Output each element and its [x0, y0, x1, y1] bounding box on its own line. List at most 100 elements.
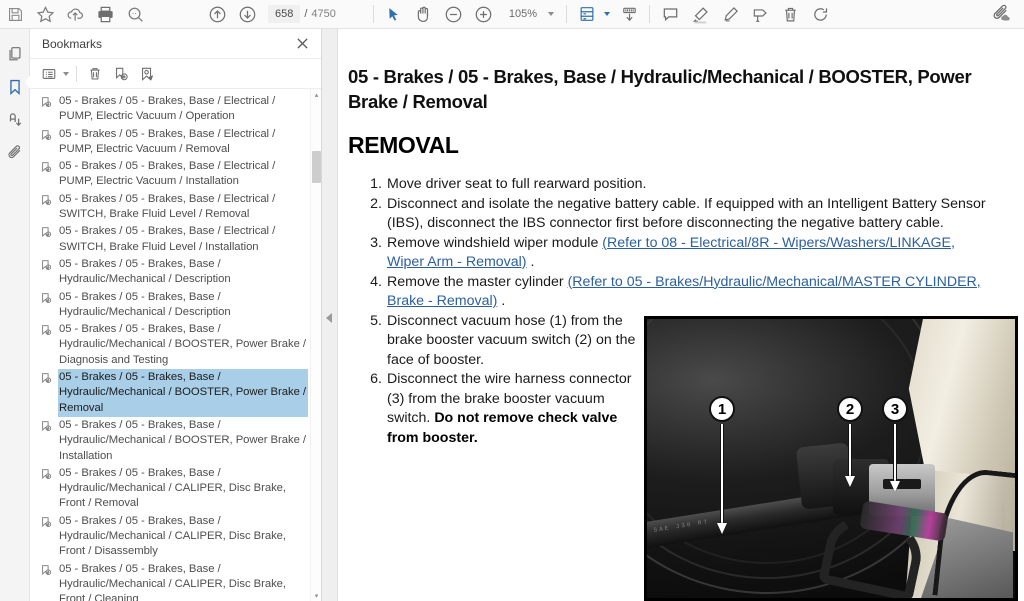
- bookmark-label: 05 - Brakes / 05 - Brakes, Base / Hydrau…: [59, 466, 287, 510]
- bookmarks-scrollbar[interactable]: ▴ ▾: [310, 89, 321, 601]
- bookmark-item[interactable]: 05 - Brakes / 05 - Brakes, Base / Hydrau…: [30, 369, 321, 417]
- scroll-mode-icon[interactable]: [614, 1, 644, 27]
- procedure-photo: SAE J30 R7 1 2 3: [644, 316, 1018, 601]
- toolbar-navigation-group: 658 / 4750: [202, 0, 336, 29]
- sidebar-icon-rail: [0, 29, 31, 601]
- bookmark-item[interactable]: 05 - Brakes / 05 - Brakes, Base / Hydrau…: [30, 289, 321, 322]
- comment-icon[interactable]: [655, 1, 685, 27]
- cursor-icon[interactable]: [379, 1, 409, 27]
- bookmark-item[interactable]: 05 - Brakes / 05 - Brakes, Base / Hydrau…: [30, 561, 321, 601]
- hand-icon[interactable]: [409, 1, 439, 27]
- bookmark-item[interactable]: 05 - Brakes / 05 - Brakes, Base / Hydrau…: [30, 417, 321, 465]
- bookmark-item[interactable]: 05 - Brakes / 05 - Brakes, Base / Hydrau…: [30, 465, 321, 513]
- bookmark-item[interactable]: 05 - Brakes / 05 - Brakes, Base / Electr…: [30, 191, 321, 224]
- bookmarks-list[interactable]: 05 - Brakes / 05 - Brakes, Base / Electr…: [30, 89, 321, 601]
- pdf-reader-window: 658 / 4750 105% Bookmarks 05 - Brakes / …: [0, 0, 1024, 601]
- bookmark-icon: [40, 292, 55, 310]
- bookmark-label: 05 - Brakes / 05 - Brakes, Base / Electr…: [59, 225, 276, 253]
- bookmark-item[interactable]: 05 - Brakes / 05 - Brakes, Base / Electr…: [30, 93, 321, 126]
- rotate-icon[interactable]: [805, 1, 835, 27]
- attachment-cloud-icon[interactable]: [986, 1, 1016, 27]
- step-text: Remove the master cylinder: [387, 273, 568, 290]
- arrow-down-circle-icon[interactable]: [232, 1, 262, 27]
- delete-bookmark-icon[interactable]: [82, 62, 108, 86]
- close-icon[interactable]: [291, 33, 313, 55]
- bookmark-item[interactable]: 05 - Brakes / 05 - Brakes, Base / Electr…: [30, 126, 321, 159]
- bookmark-icon: [40, 516, 55, 534]
- removal-step: Disconnect and isolate the negative batt…: [348, 195, 991, 234]
- page-separator: /: [304, 8, 308, 20]
- save-icon[interactable]: [0, 1, 30, 27]
- callout-2: 2: [837, 396, 863, 422]
- toolbar-annotation-group: [655, 0, 835, 29]
- toolbar-layout-group: [572, 0, 644, 29]
- collapse-panel-icon[interactable]: [326, 313, 332, 323]
- page-fit-chevron-icon[interactable]: [604, 12, 611, 16]
- bookmark-label: 05 - Brakes / 05 - Brakes, Base / Electr…: [59, 192, 276, 221]
- step-text: Move driver seat to full rearward positi…: [387, 176, 647, 192]
- bookmark-icon: [40, 324, 55, 342]
- chevron-down-icon: [548, 12, 555, 16]
- step-text: Remove windshield wiper module: [387, 234, 603, 251]
- toolbar-divider-3: [649, 5, 651, 23]
- bookmark-label: 05 - Brakes / 05 - Brakes, Base / Hydrau…: [59, 514, 287, 558]
- trash-icon[interactable]: [775, 1, 805, 27]
- pen-icon[interactable]: [715, 1, 745, 27]
- removal-step: Disconnect the wire harness connector (3…: [348, 370, 648, 448]
- bookmarks-panel: Bookmarks 05 - Brakes / 05 - Brakes, Bas…: [30, 29, 322, 601]
- page-total-label: 4750: [311, 8, 336, 20]
- bookmark-icon: [40, 564, 55, 582]
- callout-arrow-3: [890, 424, 900, 492]
- stamp-icon[interactable]: [745, 1, 775, 27]
- bookmark-options-chevron-icon[interactable]: [63, 71, 69, 76]
- bookmarks-panel-toolbar: [30, 59, 321, 89]
- zoom-out-icon[interactable]: [439, 1, 469, 27]
- step-text: .: [497, 293, 506, 309]
- toolbar-divider-1: [372, 5, 374, 23]
- zoom-level-selector[interactable]: 105%: [501, 6, 559, 22]
- star-icon[interactable]: [30, 1, 60, 27]
- print-icon[interactable]: [90, 1, 120, 27]
- section-heading: REMOVAL: [348, 132, 459, 158]
- callout-1: 1: [709, 396, 735, 422]
- callout-3: 3: [882, 396, 908, 422]
- zoom-in-icon[interactable]: [469, 1, 499, 27]
- main-toolbar: 658 / 4750 105%: [0, 0, 1024, 29]
- step-text: .: [526, 254, 535, 270]
- edit-bookmark-icon[interactable]: [134, 62, 160, 86]
- bookmark-label: 05 - Brakes / 05 - Brakes, Base / Hydrau…: [59, 323, 306, 366]
- removal-step: Remove windshield wiper module (Refer to…: [348, 234, 991, 273]
- search-icon[interactable]: [120, 1, 150, 27]
- hose-marking: SAE J30 R7: [653, 518, 710, 534]
- new-bookmark-icon[interactable]: [108, 62, 134, 86]
- scrollbar-thumb[interactable]: [312, 151, 321, 183]
- arrow-up-circle-icon[interactable]: [202, 1, 232, 27]
- bookmark-label: 05 - Brakes / 05 - Brakes, Base / Hydrau…: [59, 418, 306, 462]
- bookmark-options-icon[interactable]: [36, 62, 62, 86]
- highlighter-icon[interactable]: [685, 1, 715, 27]
- sidebar-item-bookmarks[interactable]: [0, 70, 31, 103]
- bookmark-icon: [40, 96, 55, 114]
- panel-toolbar-divider: [76, 65, 77, 82]
- bookmark-item[interactable]: 05 - Brakes / 05 - Brakes, Base / Hydrau…: [30, 513, 321, 561]
- bookmark-label: 05 - Brakes / 05 - Brakes, Base / Electr…: [59, 95, 276, 123]
- bookmark-item[interactable]: 05 - Brakes / 05 - Brakes, Base / Electr…: [30, 158, 321, 191]
- scroll-down-icon[interactable]: ▾: [311, 590, 321, 601]
- bookmark-label: 05 - Brakes / 05 - Brakes, Base / Hydrau…: [59, 290, 231, 318]
- removal-step: Move driver seat to full rearward positi…: [348, 175, 991, 195]
- sidebar-item-pages[interactable]: [0, 37, 30, 70]
- panel-splitter[interactable]: [322, 29, 338, 601]
- bookmark-item[interactable]: 05 - Brakes / 05 - Brakes, Base / Electr…: [30, 223, 321, 256]
- document-viewport[interactable]: 05 - Brakes / 05 - Brakes, Base / Hydrau…: [338, 29, 1024, 601]
- sidebar-item-signature[interactable]: [0, 103, 30, 136]
- page-fit-icon[interactable]: [572, 1, 602, 27]
- cloud-upload-icon[interactable]: [60, 1, 90, 27]
- bookmark-icon: [40, 420, 55, 438]
- scroll-up-icon[interactable]: ▴: [311, 89, 321, 100]
- sidebar-item-attachments[interactable]: [0, 136, 30, 169]
- page-number-input[interactable]: 658: [268, 5, 301, 23]
- bookmark-item[interactable]: 05 - Brakes / 05 - Brakes, Base / Hydrau…: [30, 321, 321, 369]
- removal-step: Disconnect vacuum hose (1) from the brak…: [348, 312, 648, 371]
- bookmark-item[interactable]: 05 - Brakes / 05 - Brakes, Base / Hydrau…: [30, 256, 321, 289]
- step-text: Disconnect vacuum hose (1) from the brak…: [387, 312, 636, 368]
